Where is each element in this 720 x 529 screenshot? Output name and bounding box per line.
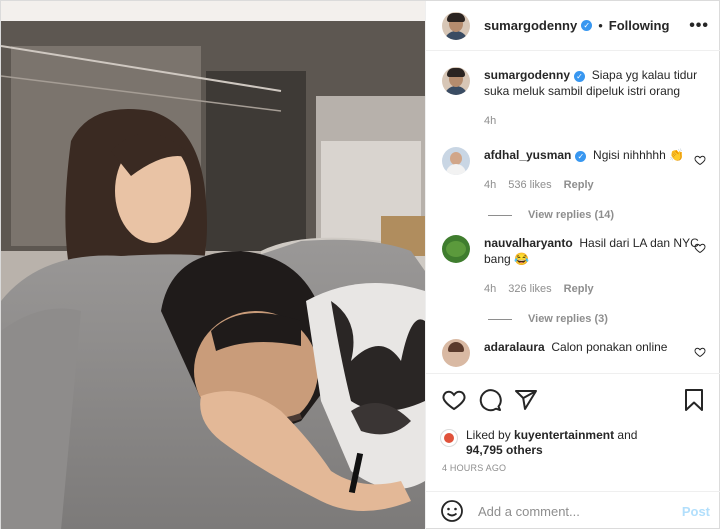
commenter-avatar[interactable] — [442, 147, 470, 175]
reply-button[interactable]: Reply — [564, 177, 594, 193]
following-button[interactable]: Following — [609, 18, 670, 33]
bookmark-icon[interactable] — [682, 388, 706, 412]
view-replies-button[interactable]: View replies (14) — [488, 209, 710, 221]
liker-avatar[interactable] — [440, 429, 458, 447]
comments-list[interactable]: sumargodenny ✓ Siapa yg kalau tidur suka … — [426, 51, 720, 373]
post-photo-illustration — [1, 1, 425, 529]
commenter-avatar[interactable] — [442, 235, 470, 263]
liked-by-others[interactable]: 94,795 others — [466, 443, 543, 457]
verified-icon: ✓ — [581, 20, 593, 31]
comment-text: Ngisi nihhhhh 👏 — [593, 148, 685, 162]
post-side-panel: sumargodenny ✓ • Following ••• sumargode… — [425, 1, 720, 529]
view-replies-label[interactable]: View replies (14) — [528, 209, 614, 221]
view-replies-label[interactable]: View replies (3) — [528, 313, 608, 325]
comment-item: nauvalharyanto Hasil dari LA dan NYC ban… — [442, 235, 710, 297]
post-timestamp[interactable]: 4 HOURS AGO — [442, 463, 706, 473]
reply-button[interactable]: Reply — [564, 281, 594, 297]
caption: sumargodenny ✓ Siapa yg kalau tidur suka … — [442, 67, 710, 129]
author-username[interactable]: sumargodenny — [484, 18, 577, 33]
share-icon[interactable] — [514, 388, 538, 412]
comment-item: adaralaura Calon ponakan online — [442, 339, 710, 367]
comment-text: Calon ponakan online — [551, 340, 668, 354]
post-header: sumargodenny ✓ • Following ••• — [426, 1, 720, 51]
view-replies-button[interactable]: View replies (3) — [488, 313, 710, 325]
replies-divider-line — [488, 318, 512, 320]
comment-username[interactable]: adaralaura — [484, 340, 545, 354]
likes-summary: Liked by kuyentertainment and 94,795 oth… — [440, 428, 706, 458]
caption-avatar[interactable] — [442, 67, 470, 95]
replies-divider-line — [488, 214, 512, 216]
author-avatar[interactable] — [442, 11, 470, 40]
heart-icon[interactable] — [442, 388, 466, 412]
post-photo[interactable] — [1, 1, 425, 529]
comment-icon[interactable] — [478, 388, 502, 412]
heart-icon[interactable] — [694, 242, 706, 254]
more-icon[interactable]: ••• — [689, 17, 709, 35]
action-icons — [442, 386, 706, 414]
comment-time[interactable]: 4h — [484, 281, 496, 297]
caption-username[interactable]: sumargodenny — [484, 68, 570, 82]
post-actions: Liked by kuyentertainment and 94,795 oth… — [426, 373, 720, 491]
separator-dot: • — [598, 18, 603, 33]
add-comment-bar: Post — [426, 491, 720, 529]
comment-likes[interactable]: 536 likes — [508, 177, 551, 193]
verified-icon: ✓ — [574, 71, 586, 82]
liked-by-user[interactable]: kuyentertainment — [514, 428, 614, 442]
verified-icon: ✓ — [575, 151, 587, 162]
comment-username[interactable]: nauvalharyanto — [484, 236, 573, 250]
heart-icon[interactable] — [694, 346, 706, 358]
comment-item: afdhal_yusman ✓ Ngisi nihhhhh 👏 4h 536 li… — [442, 147, 710, 193]
instagram-post: sumargodenny ✓ • Following ••• sumargode… — [0, 0, 720, 529]
heart-icon[interactable] — [694, 154, 706, 166]
comment-username[interactable]: afdhal_yusman — [484, 148, 571, 162]
liked-by-prefix: Liked by — [466, 428, 511, 442]
post-comment-button[interactable]: Post — [682, 504, 710, 519]
liked-by-and: and — [617, 428, 638, 442]
comment-likes[interactable]: 326 likes — [508, 281, 551, 297]
commenter-avatar[interactable] — [442, 339, 470, 367]
comment-time[interactable]: 4h — [484, 177, 496, 193]
caption-time[interactable]: 4h — [484, 113, 496, 129]
smile-icon[interactable] — [440, 499, 464, 523]
comment-input[interactable] — [478, 503, 678, 519]
